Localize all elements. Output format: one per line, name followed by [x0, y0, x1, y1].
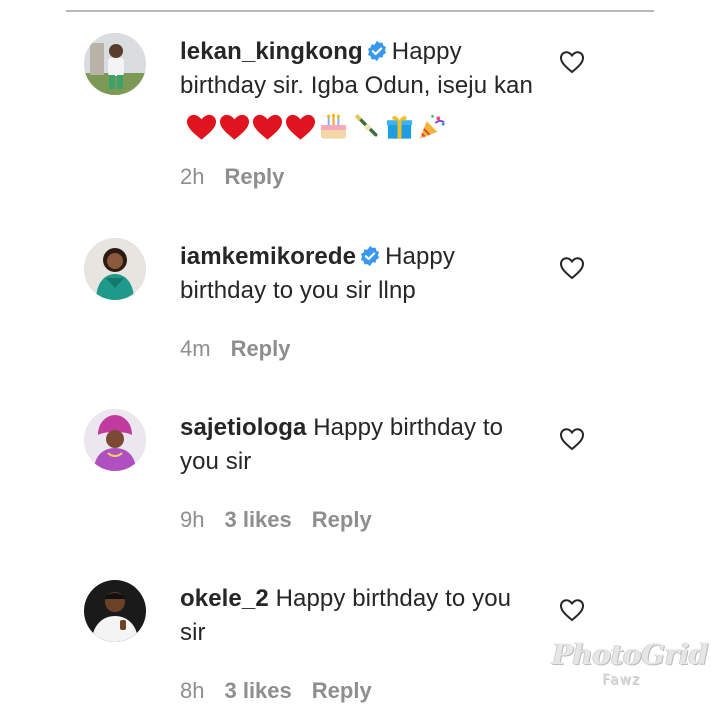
red-heart-icon [252, 113, 283, 141]
red-heart-icon [186, 113, 217, 141]
username[interactable]: okele_2 [180, 585, 269, 612]
like-heart-icon[interactable] [559, 598, 585, 622]
photogrid-watermark: PhotoGrid Fawz [548, 638, 709, 694]
comment-meta: 4m Reply [180, 336, 310, 362]
avatar[interactable] [84, 580, 146, 642]
reply-button[interactable]: Reply [231, 336, 291, 361]
top-divider [66, 10, 654, 12]
emoji-row [186, 109, 450, 143]
comment-meta: 9h 3 likes Reply [180, 507, 392, 533]
party-popper-icon [417, 113, 448, 141]
avatar[interactable] [84, 238, 146, 300]
timestamp: 2h [180, 164, 205, 189]
red-heart-icon [285, 113, 316, 141]
avatar-image [84, 238, 146, 300]
reply-button[interactable]: Reply [312, 507, 372, 532]
comment-body: okele_2 Happy birthday to you sir [180, 582, 540, 650]
watermark-brand: PhotoGrid [552, 638, 709, 671]
username[interactable]: sajetiologa [180, 414, 306, 441]
reply-button[interactable]: Reply [224, 164, 284, 189]
likes-count[interactable]: 3 likes [224, 507, 291, 532]
like-heart-icon[interactable] [559, 256, 585, 280]
avatar-image [84, 33, 146, 95]
watermark-sub: Fawz [602, 672, 641, 688]
timestamp: 9h [180, 507, 205, 532]
timestamp: 4m [180, 336, 211, 361]
like-heart-icon[interactable] [559, 427, 585, 451]
avatar[interactable] [84, 409, 146, 471]
username[interactable]: lekan_kingkong [180, 38, 363, 65]
avatar-image [84, 409, 146, 471]
avatar-image [84, 580, 146, 642]
verified-badge-icon [366, 40, 388, 62]
comment-body: sajetiologa Happy birthday to you sir [180, 411, 540, 479]
comment-body: lekan_kingkong Happy birthday sir. Igba O… [180, 35, 540, 143]
timestamp: 8h [180, 678, 205, 703]
username[interactable]: iamkemikorede [180, 243, 356, 270]
verified-badge-icon [359, 245, 381, 267]
comment-meta: 8h 3 likes Reply [180, 678, 392, 704]
red-heart-icon [219, 113, 250, 141]
comment-body: iamkemikorede Happy birthday to you sir l… [180, 240, 540, 308]
comment-meta: 2h Reply [180, 164, 304, 190]
reply-button[interactable]: Reply [312, 678, 372, 703]
champagne-bottle-icon [351, 113, 382, 141]
likes-count[interactable]: 3 likes [224, 678, 291, 703]
avatar[interactable] [84, 33, 146, 95]
birthday-cake-icon [318, 113, 349, 141]
like-heart-icon[interactable] [559, 50, 585, 74]
gift-icon [384, 113, 415, 141]
